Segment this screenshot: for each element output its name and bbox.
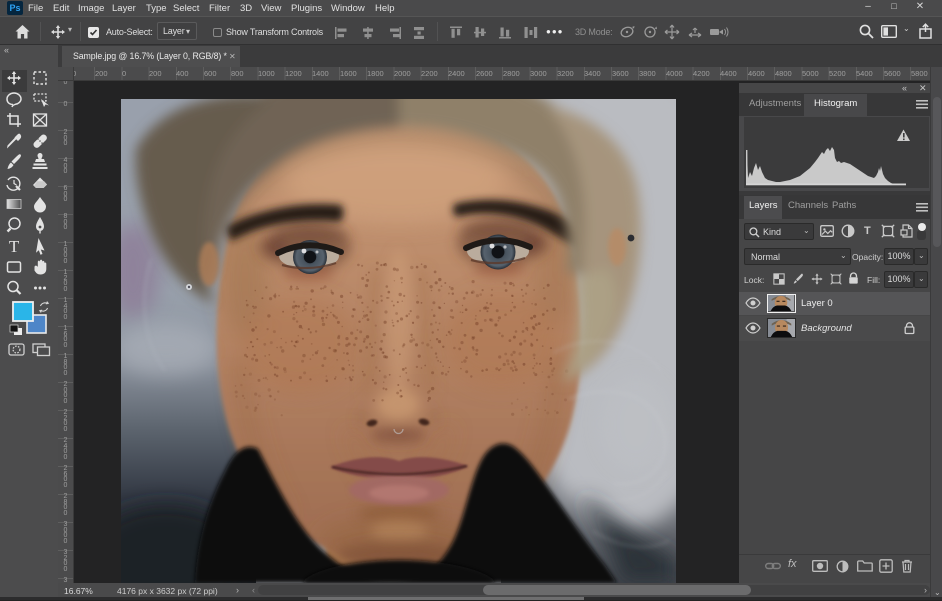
svg-text:T: T xyxy=(9,237,20,256)
